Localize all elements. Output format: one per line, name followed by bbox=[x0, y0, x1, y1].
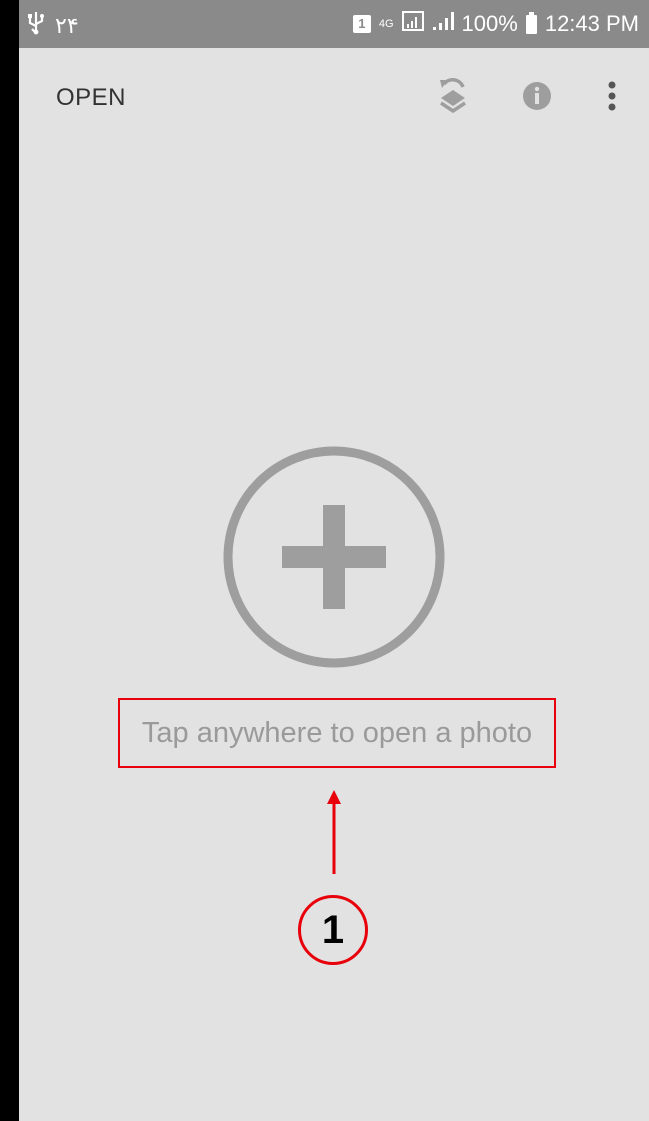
open-button[interactable]: OPEN bbox=[56, 84, 126, 112]
add-photo-icon[interactable] bbox=[222, 445, 446, 669]
annotation-step-marker: 1 bbox=[298, 895, 368, 965]
sim-slot-badge: 1 bbox=[352, 15, 371, 33]
battery-icon bbox=[525, 11, 537, 34]
notification-count: ۲۴ bbox=[55, 13, 79, 38]
layers-sync-icon[interactable] bbox=[433, 76, 473, 116]
overflow-menu-icon[interactable] bbox=[592, 76, 632, 116]
info-icon[interactable] bbox=[517, 76, 557, 116]
network-type: 4G bbox=[378, 18, 394, 30]
battery-percent: 100% bbox=[461, 11, 518, 36]
status-bar-left: ۲۴ bbox=[27, 11, 79, 41]
usb-icon bbox=[27, 11, 45, 41]
app-screen[interactable]: ۲۴ 1 4G 100% 12:43 PM OPEN Tap anywhere … bbox=[19, 0, 649, 1121]
status-bar: ۲۴ 1 4G 100% 12:43 PM bbox=[19, 0, 649, 48]
app-bar: OPEN bbox=[19, 48, 649, 144]
annotation-highlight-box bbox=[118, 698, 556, 768]
signal-strength-icon bbox=[432, 11, 454, 37]
volte-signal-icon bbox=[401, 11, 424, 37]
status-time: 12:43 PM bbox=[544, 11, 639, 36]
annotation-arrow-up-icon bbox=[319, 788, 349, 878]
status-bar-right: 1 4G 100% 12:43 PM bbox=[352, 11, 639, 37]
